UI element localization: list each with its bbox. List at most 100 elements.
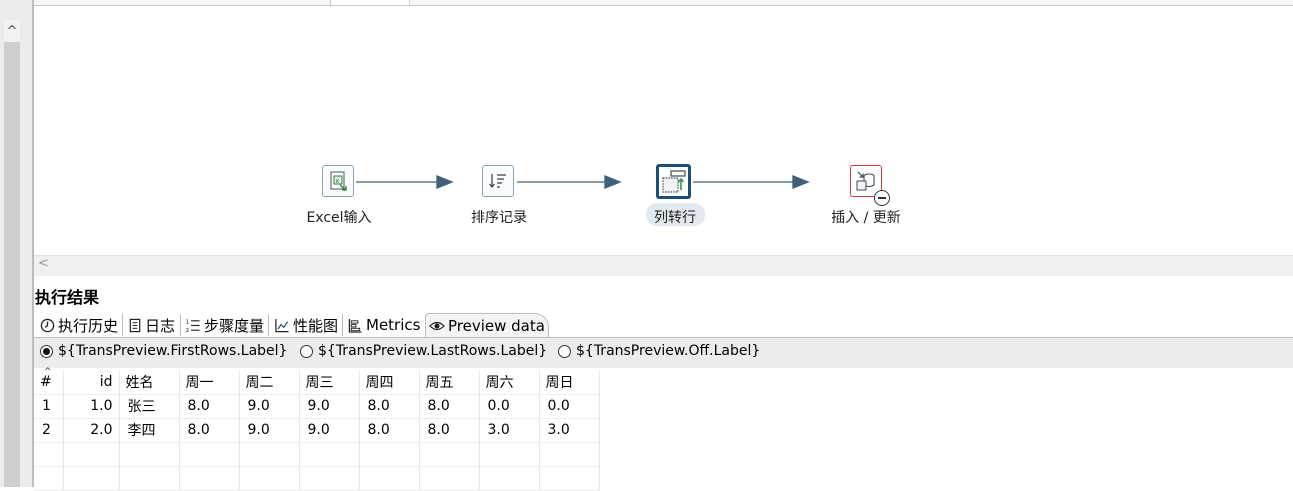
empty-cell — [179, 466, 240, 491]
table-cell[interactable]: 张三 — [119, 394, 180, 419]
table-cell[interactable]: 8.0 — [419, 418, 480, 443]
table-cell[interactable]: 0.0 — [539, 394, 600, 419]
empty-cell — [63, 442, 120, 467]
column-header-sat[interactable]: 周六 — [479, 370, 540, 395]
table-cell[interactable]: 8.0 — [419, 394, 480, 419]
excel-input-icon: x — [330, 171, 347, 191]
table-cell[interactable]: 9.0 — [299, 418, 360, 443]
empty-cell — [299, 442, 360, 467]
list-numbered-icon: 1 2 — [186, 319, 200, 333]
radio-off[interactable]: ${TransPreview.Off.Label} — [558, 343, 760, 359]
table-cell[interactable]: 9.0 — [239, 394, 300, 419]
tab-preview-data[interactable]: Preview data — [425, 313, 549, 337]
column-header-mon[interactable]: 周一 — [179, 370, 240, 395]
tab-label: Metrics — [366, 316, 421, 334]
empty-cell — [34, 442, 64, 467]
canvas-horizontal-scrollbar[interactable] — [34, 255, 1293, 276]
empty-cell — [34, 466, 64, 491]
clock-icon — [40, 318, 55, 332]
empty-cell — [479, 442, 540, 467]
column-header-sun[interactable]: 周日 — [539, 370, 600, 395]
table-cell[interactable]: 8.0 — [179, 418, 240, 443]
table-cell[interactable]: 8.0 — [359, 418, 420, 443]
step-label: 排序记录 — [471, 210, 527, 226]
column-header-name[interactable]: 姓名 — [119, 370, 180, 395]
tab-label: 日志 — [145, 316, 176, 335]
empty-cell — [539, 442, 600, 467]
table-row-empty — [34, 466, 600, 491]
column-header-thu[interactable]: 周四 — [359, 370, 420, 395]
tab-label: 执行历史 — [58, 316, 119, 335]
empty-cell — [63, 466, 120, 491]
step-row-denormaliser[interactable] — [656, 164, 691, 199]
hop-arrow-icon — [792, 175, 810, 189]
line-chart-icon — [275, 318, 289, 332]
table-cell[interactable]: 1.0 — [63, 394, 120, 419]
empty-cell — [239, 466, 300, 491]
hop-arrow-icon — [436, 175, 454, 189]
table-cell[interactable]: 2.0 — [63, 418, 120, 443]
row-number-cell: 1 — [34, 394, 64, 419]
tab-log[interactable]: 日志 — [125, 313, 178, 337]
table-cell[interactable]: 3.0 — [539, 418, 600, 443]
results-title: 执行结果 — [35, 288, 100, 307]
table-header-row: # id 姓名 周一 周二 周三 周四 周五 周六 周日 — [34, 370, 600, 395]
empty-cell — [119, 466, 180, 491]
tab-label: 步骤度量 — [204, 316, 265, 335]
sort-rows-icon — [489, 174, 506, 189]
empty-cell — [479, 466, 540, 491]
empty-cell — [539, 466, 600, 491]
empty-cell — [419, 442, 480, 467]
tab-step-metrics[interactable]: 1 2 步骤度量 — [182, 313, 267, 337]
table-cell[interactable]: 李四 — [119, 418, 180, 443]
svg-text:1: 1 — [186, 319, 190, 325]
radio-dot-icon[interactable] — [558, 344, 571, 358]
preview-table: # id 姓名 周一 周二 周三 周四 周五 周六 周日 1 1.0 张三 8.… — [34, 370, 600, 491]
svg-text:2: 2 — [186, 328, 190, 333]
table-row-empty — [34, 442, 600, 467]
radio-dot-icon[interactable] — [300, 344, 313, 358]
radio-label: ${TransPreview.FirstRows.Label} — [58, 343, 288, 359]
table-cell[interactable]: 0.0 — [479, 394, 540, 419]
column-header-id[interactable]: id — [63, 370, 120, 395]
column-header-fri[interactable]: 周五 — [419, 370, 480, 395]
empty-cell — [179, 442, 240, 467]
table-cell[interactable]: 9.0 — [239, 418, 300, 443]
empty-cell — [359, 442, 420, 467]
empty-cell — [119, 442, 180, 467]
tab-divider — [342, 314, 343, 336]
radio-dot-selected-icon[interactable] — [40, 344, 53, 358]
step-label: 列转行 — [654, 210, 696, 226]
table-row[interactable]: 1 1.0 张三 8.0 9.0 9.0 8.0 8.0 0.0 0.0 — [34, 394, 600, 419]
radio-label: ${TransPreview.LastRows.Label} — [318, 343, 548, 359]
table-cell[interactable]: 8.0 — [359, 394, 420, 419]
row-denormaliser-icon — [661, 169, 686, 193]
step-label: Excel输入 — [306, 210, 372, 226]
insert-update-icon — [856, 171, 875, 191]
table-cell[interactable]: 8.0 — [179, 394, 240, 419]
radio-last-rows[interactable]: ${TransPreview.LastRows.Label} — [300, 343, 547, 359]
table-cell[interactable]: 9.0 — [299, 394, 360, 419]
tab-execution-history[interactable]: 执行历史 — [37, 313, 121, 337]
table-cell[interactable]: 3.0 — [479, 418, 540, 443]
tab-label: 性能图 — [293, 316, 339, 335]
metrics-icon — [348, 318, 362, 333]
empty-cell — [359, 466, 420, 491]
empty-cell — [299, 466, 360, 491]
table-row[interactable]: 2 2.0 李四 8.0 9.0 9.0 8.0 8.0 3.0 3.0 — [34, 418, 600, 443]
log-icon — [129, 318, 141, 332]
radio-first-rows[interactable]: ${TransPreview.FirstRows.Label} — [40, 343, 287, 359]
row-number-cell: 2 — [34, 418, 64, 443]
column-header-tue[interactable]: 周二 — [239, 370, 300, 395]
radio-label: ${TransPreview.Off.Label} — [576, 343, 761, 359]
step-excel-input[interactable]: x — [322, 165, 354, 197]
tab-performance-graph[interactable]: 性能图 — [271, 313, 341, 337]
scroll-left-icon[interactable]: < — [38, 256, 49, 271]
hop-arrow-icon — [604, 175, 622, 189]
tab-label: Preview data — [448, 316, 545, 335]
column-header-rownum[interactable]: # — [34, 370, 64, 395]
step-sort-rows[interactable] — [482, 165, 514, 197]
column-header-wed[interactable]: 周三 — [299, 370, 360, 395]
tab-metrics[interactable]: Metrics — [344, 313, 423, 337]
tab-divider — [180, 314, 181, 336]
